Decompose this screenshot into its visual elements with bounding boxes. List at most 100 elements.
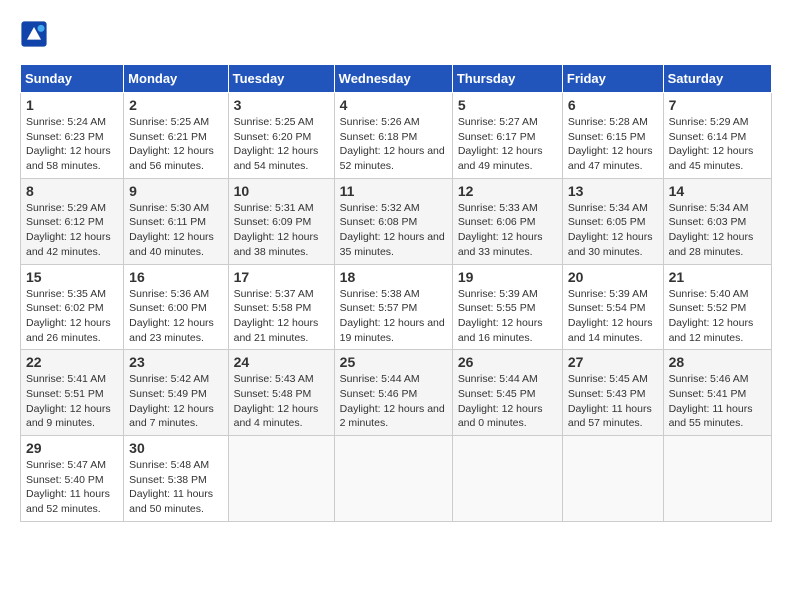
day-number: 8 [26,183,118,199]
day-number: 13 [568,183,658,199]
header-cell-thursday: Thursday [452,65,562,93]
day-info: Sunrise: 5:27 AM Sunset: 6:17 PM Dayligh… [458,115,557,174]
calendar-cell: 10 Sunrise: 5:31 AM Sunset: 6:09 PM Dayl… [228,178,334,264]
calendar-cell [663,436,771,522]
day-number: 26 [458,354,557,370]
day-number: 24 [234,354,329,370]
day-number: 3 [234,97,329,113]
day-info: Sunrise: 5:29 AM Sunset: 6:12 PM Dayligh… [26,201,118,260]
day-number: 27 [568,354,658,370]
week-row-5: 29 Sunrise: 5:47 AM Sunset: 5:40 PM Dayl… [21,436,772,522]
day-number: 21 [669,269,766,285]
day-info: Sunrise: 5:36 AM Sunset: 6:00 PM Dayligh… [129,287,222,346]
calendar-table: SundayMondayTuesdayWednesdayThursdayFrid… [20,64,772,522]
calendar-cell: 1 Sunrise: 5:24 AM Sunset: 6:23 PM Dayli… [21,93,124,179]
calendar-cell: 21 Sunrise: 5:40 AM Sunset: 5:52 PM Dayl… [663,264,771,350]
day-info: Sunrise: 5:43 AM Sunset: 5:48 PM Dayligh… [234,372,329,431]
day-info: Sunrise: 5:34 AM Sunset: 6:05 PM Dayligh… [568,201,658,260]
calendar-cell: 25 Sunrise: 5:44 AM Sunset: 5:46 PM Dayl… [334,350,452,436]
day-number: 11 [340,183,447,199]
calendar-cell: 15 Sunrise: 5:35 AM Sunset: 6:02 PM Dayl… [21,264,124,350]
day-number: 28 [669,354,766,370]
day-info: Sunrise: 5:25 AM Sunset: 6:21 PM Dayligh… [129,115,222,174]
day-number: 14 [669,183,766,199]
calendar-cell: 3 Sunrise: 5:25 AM Sunset: 6:20 PM Dayli… [228,93,334,179]
day-number: 2 [129,97,222,113]
day-info: Sunrise: 5:48 AM Sunset: 5:38 PM Dayligh… [129,458,222,517]
header-cell-monday: Monday [124,65,228,93]
day-info: Sunrise: 5:31 AM Sunset: 6:09 PM Dayligh… [234,201,329,260]
day-info: Sunrise: 5:44 AM Sunset: 5:46 PM Dayligh… [340,372,447,431]
day-info: Sunrise: 5:38 AM Sunset: 5:57 PM Dayligh… [340,287,447,346]
header-row: SundayMondayTuesdayWednesdayThursdayFrid… [21,65,772,93]
day-number: 1 [26,97,118,113]
header-cell-wednesday: Wednesday [334,65,452,93]
calendar-cell: 4 Sunrise: 5:26 AM Sunset: 6:18 PM Dayli… [334,93,452,179]
day-number: 20 [568,269,658,285]
calendar-cell: 22 Sunrise: 5:41 AM Sunset: 5:51 PM Dayl… [21,350,124,436]
calendar-cell: 18 Sunrise: 5:38 AM Sunset: 5:57 PM Dayl… [334,264,452,350]
day-info: Sunrise: 5:44 AM Sunset: 5:45 PM Dayligh… [458,372,557,431]
day-number: 10 [234,183,329,199]
calendar-cell: 20 Sunrise: 5:39 AM Sunset: 5:54 PM Dayl… [562,264,663,350]
day-info: Sunrise: 5:26 AM Sunset: 6:18 PM Dayligh… [340,115,447,174]
week-row-2: 8 Sunrise: 5:29 AM Sunset: 6:12 PM Dayli… [21,178,772,264]
day-number: 16 [129,269,222,285]
day-info: Sunrise: 5:37 AM Sunset: 5:58 PM Dayligh… [234,287,329,346]
day-number: 18 [340,269,447,285]
calendar-cell [562,436,663,522]
calendar-cell: 16 Sunrise: 5:36 AM Sunset: 6:00 PM Dayl… [124,264,228,350]
day-number: 5 [458,97,557,113]
calendar-cell: 11 Sunrise: 5:32 AM Sunset: 6:08 PM Dayl… [334,178,452,264]
day-info: Sunrise: 5:41 AM Sunset: 5:51 PM Dayligh… [26,372,118,431]
day-info: Sunrise: 5:47 AM Sunset: 5:40 PM Dayligh… [26,458,118,517]
header-cell-friday: Friday [562,65,663,93]
calendar-cell: 12 Sunrise: 5:33 AM Sunset: 6:06 PM Dayl… [452,178,562,264]
calendar-cell: 8 Sunrise: 5:29 AM Sunset: 6:12 PM Dayli… [21,178,124,264]
day-info: Sunrise: 5:35 AM Sunset: 6:02 PM Dayligh… [26,287,118,346]
day-info: Sunrise: 5:45 AM Sunset: 5:43 PM Dayligh… [568,372,658,431]
day-info: Sunrise: 5:30 AM Sunset: 6:11 PM Dayligh… [129,201,222,260]
calendar-cell: 24 Sunrise: 5:43 AM Sunset: 5:48 PM Dayl… [228,350,334,436]
header-cell-saturday: Saturday [663,65,771,93]
day-info: Sunrise: 5:46 AM Sunset: 5:41 PM Dayligh… [669,372,766,431]
calendar-cell: 13 Sunrise: 5:34 AM Sunset: 6:05 PM Dayl… [562,178,663,264]
day-info: Sunrise: 5:32 AM Sunset: 6:08 PM Dayligh… [340,201,447,260]
day-number: 23 [129,354,222,370]
day-info: Sunrise: 5:34 AM Sunset: 6:03 PM Dayligh… [669,201,766,260]
calendar-cell [452,436,562,522]
calendar-cell: 26 Sunrise: 5:44 AM Sunset: 5:45 PM Dayl… [452,350,562,436]
day-info: Sunrise: 5:39 AM Sunset: 5:54 PM Dayligh… [568,287,658,346]
calendar-cell: 29 Sunrise: 5:47 AM Sunset: 5:40 PM Dayl… [21,436,124,522]
calendar-cell [228,436,334,522]
day-number: 6 [568,97,658,113]
day-number: 22 [26,354,118,370]
day-info: Sunrise: 5:42 AM Sunset: 5:49 PM Dayligh… [129,372,222,431]
day-info: Sunrise: 5:33 AM Sunset: 6:06 PM Dayligh… [458,201,557,260]
calendar-cell: 19 Sunrise: 5:39 AM Sunset: 5:55 PM Dayl… [452,264,562,350]
week-row-3: 15 Sunrise: 5:35 AM Sunset: 6:02 PM Dayl… [21,264,772,350]
calendar-cell: 30 Sunrise: 5:48 AM Sunset: 5:38 PM Dayl… [124,436,228,522]
day-number: 4 [340,97,447,113]
day-number: 15 [26,269,118,285]
day-info: Sunrise: 5:40 AM Sunset: 5:52 PM Dayligh… [669,287,766,346]
header-cell-tuesday: Tuesday [228,65,334,93]
calendar-cell [334,436,452,522]
logo-icon [20,20,48,48]
calendar-cell: 2 Sunrise: 5:25 AM Sunset: 6:21 PM Dayli… [124,93,228,179]
day-number: 12 [458,183,557,199]
day-number: 19 [458,269,557,285]
day-info: Sunrise: 5:25 AM Sunset: 6:20 PM Dayligh… [234,115,329,174]
calendar-cell: 5 Sunrise: 5:27 AM Sunset: 6:17 PM Dayli… [452,93,562,179]
calendar-cell: 7 Sunrise: 5:29 AM Sunset: 6:14 PM Dayli… [663,93,771,179]
calendar-cell: 17 Sunrise: 5:37 AM Sunset: 5:58 PM Dayl… [228,264,334,350]
day-number: 17 [234,269,329,285]
day-info: Sunrise: 5:28 AM Sunset: 6:15 PM Dayligh… [568,115,658,174]
logo [20,20,52,48]
day-number: 7 [669,97,766,113]
calendar-cell: 28 Sunrise: 5:46 AM Sunset: 5:41 PM Dayl… [663,350,771,436]
week-row-4: 22 Sunrise: 5:41 AM Sunset: 5:51 PM Dayl… [21,350,772,436]
page-header [20,20,772,48]
day-number: 30 [129,440,222,456]
calendar-cell: 9 Sunrise: 5:30 AM Sunset: 6:11 PM Dayli… [124,178,228,264]
